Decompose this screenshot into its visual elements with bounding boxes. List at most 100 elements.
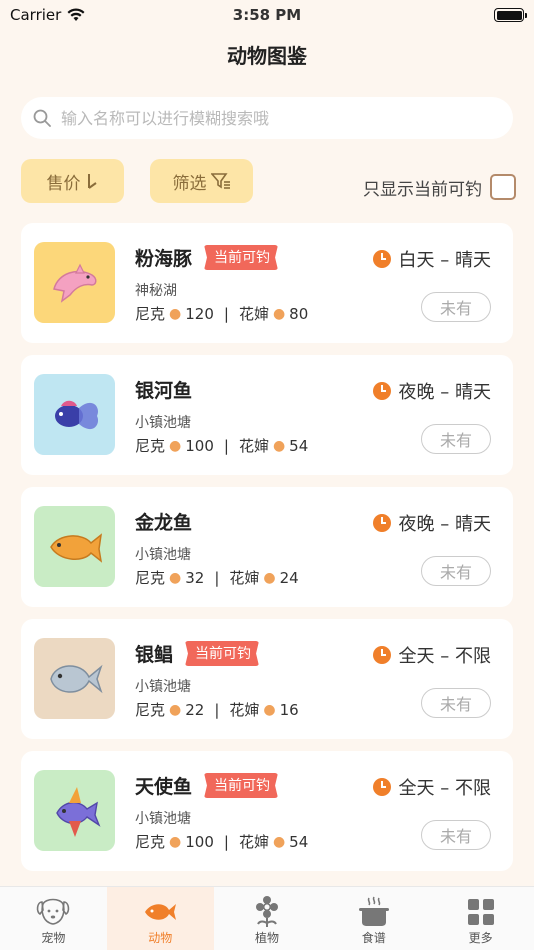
clock-icon	[372, 514, 391, 532]
animal-location: 神秘湖	[135, 283, 177, 299]
coin-icon: ●	[169, 569, 182, 586]
animal-list: 粉海豚 当前可钓 神秘湖 尼克 ● 120 | 花婶 ● 80 白天 – 晴天 …	[21, 223, 513, 883]
divider: |	[223, 304, 229, 323]
fish-icon	[143, 895, 177, 929]
animal-card[interactable]: 粉海豚 当前可钓 神秘湖 尼克 ● 120 | 花婶 ● 80 白天 – 晴天 …	[21, 223, 513, 343]
search-bar[interactable]	[21, 97, 513, 139]
wifi-icon	[67, 8, 85, 21]
seller-name: 花婶	[238, 833, 269, 851]
seller-price: 54	[289, 832, 309, 851]
pot-icon	[357, 895, 391, 929]
coin-icon: ●	[169, 701, 182, 718]
name-row: 银河鱼	[135, 376, 192, 403]
name-row: 粉海豚 当前可钓	[135, 244, 279, 271]
search-icon	[33, 109, 51, 127]
coin-icon: ●	[169, 437, 182, 454]
betta-fish-icon	[54, 400, 98, 429]
tab-label: 宠物	[41, 931, 66, 945]
catchable-badge: 当前可钓	[204, 245, 279, 270]
seller-name: 花婶	[238, 437, 269, 455]
dolphin-icon	[52, 263, 96, 303]
price-row: 尼克 ● 22 | 花婶 ● 16	[135, 699, 299, 720]
grid-icon	[467, 895, 495, 929]
divider: |	[223, 436, 229, 455]
time-weather: 夜晚 – 晴天	[372, 378, 491, 404]
animal-thumbnail	[34, 770, 115, 851]
seller-price: 54	[289, 436, 309, 455]
time-weather-text: 全天 – 不限	[398, 778, 491, 799]
tab-animals[interactable]: 动物	[106, 887, 214, 950]
price-row: 尼克 ● 120 | 花婶 ● 80	[135, 303, 308, 324]
search-input[interactable]	[61, 108, 513, 128]
only-current-toggle[interactable]: 只显示当前可钓	[363, 174, 516, 200]
pomfret-fish-icon	[49, 664, 103, 693]
time-weather-text: 白天 – 晴天	[398, 250, 491, 271]
tab-pets[interactable]: 宠物	[0, 887, 107, 950]
owned-status-button[interactable]: 未有	[421, 556, 491, 586]
only-current-checkbox[interactable]	[490, 174, 516, 200]
coin-icon: ●	[263, 701, 276, 718]
owned-status-button[interactable]: 未有	[421, 688, 491, 718]
coin-icon: ●	[272, 437, 286, 454]
price-row: 尼克 ● 100 | 花婶 ● 54	[135, 435, 308, 456]
catchable-badge: 当前可钓	[185, 641, 260, 666]
coin-icon: ●	[272, 833, 286, 850]
animal-thumbnail	[34, 374, 115, 455]
owned-status-button[interactable]: 未有	[421, 820, 491, 850]
price-row: 尼克 ● 32 | 花婶 ● 24	[135, 567, 299, 588]
seller-name: 尼克	[135, 305, 166, 323]
seller-name: 花婶	[229, 701, 260, 719]
clock-icon	[372, 778, 391, 796]
animal-card[interactable]: 银河鱼 小镇池塘 尼克 ● 100 | 花婶 ● 54 夜晚 – 晴天 未有	[21, 355, 513, 475]
sort-price-label: 售价	[46, 173, 81, 194]
carrier-label: Carrier	[10, 6, 62, 24]
seller-price: 22	[185, 700, 205, 719]
filter-label: 筛选	[172, 173, 207, 194]
time-weather-text: 全天 – 不限	[398, 646, 491, 667]
name-row: 天使鱼 当前可钓	[135, 772, 279, 799]
only-current-label: 只显示当前可钓	[363, 179, 482, 200]
coin-icon: ●	[272, 305, 286, 322]
clock-icon	[372, 382, 391, 400]
seller-name: 花婶	[229, 569, 260, 587]
time-weather-text: 夜晚 – 晴天	[398, 514, 491, 535]
animal-name: 银河鱼	[135, 380, 193, 402]
time-weather-text: 夜晚 – 晴天	[398, 382, 491, 403]
filter-button[interactable]: 筛选	[150, 159, 253, 203]
seller-price: 32	[185, 568, 205, 587]
divider: |	[214, 700, 220, 719]
owned-status-button[interactable]: 未有	[421, 292, 491, 322]
animal-thumbnail	[34, 506, 115, 587]
animal-location: 小镇池塘	[135, 811, 191, 827]
seller-name: 尼克	[135, 833, 166, 851]
seller-name: 花婶	[238, 305, 269, 323]
tab-label: 更多	[468, 931, 493, 945]
tab-label: 动物	[148, 931, 173, 945]
tab-more[interactable]: 更多	[427, 887, 534, 950]
dog-icon	[34, 895, 72, 929]
animal-location: 小镇池塘	[135, 547, 191, 563]
status-bar: Carrier	[0, 0, 534, 30]
animal-card[interactable]: 金龙鱼 小镇池塘 尼克 ● 32 | 花婶 ● 24 夜晚 – 晴天 未有	[21, 487, 513, 607]
animal-name: 天使鱼	[135, 776, 193, 798]
seller-price: 16	[279, 700, 299, 719]
animal-name: 银鲳	[135, 644, 174, 666]
divider: |	[223, 832, 229, 851]
time-weather: 全天 – 不限	[372, 774, 491, 800]
owned-status-button[interactable]: 未有	[421, 424, 491, 454]
tab-plants[interactable]: 植物	[214, 887, 321, 950]
time-weather: 全天 – 不限	[372, 642, 491, 668]
coin-icon: ●	[169, 833, 182, 850]
animal-card[interactable]: 银鲳 当前可钓 小镇池塘 尼克 ● 22 | 花婶 ● 16 全天 – 不限 未…	[21, 619, 513, 739]
time-weather: 夜晚 – 晴天	[372, 510, 491, 536]
catchable-badge: 当前可钓	[204, 773, 279, 798]
status-left: Carrier	[10, 6, 85, 24]
tab-recipes[interactable]: 食谱	[320, 887, 427, 950]
sort-price-button[interactable]: 售价	[21, 159, 124, 203]
animal-card[interactable]: 天使鱼 当前可钓 小镇池塘 尼克 ● 100 | 花婶 ● 54 全天 – 不限…	[21, 751, 513, 871]
divider: |	[214, 568, 220, 587]
time-weather: 白天 – 晴天	[372, 246, 491, 272]
tab-bar: 宠物 动物 植物 食谱 更多	[0, 886, 534, 950]
seller-price: 100	[185, 436, 214, 455]
seller-price: 80	[289, 304, 309, 323]
